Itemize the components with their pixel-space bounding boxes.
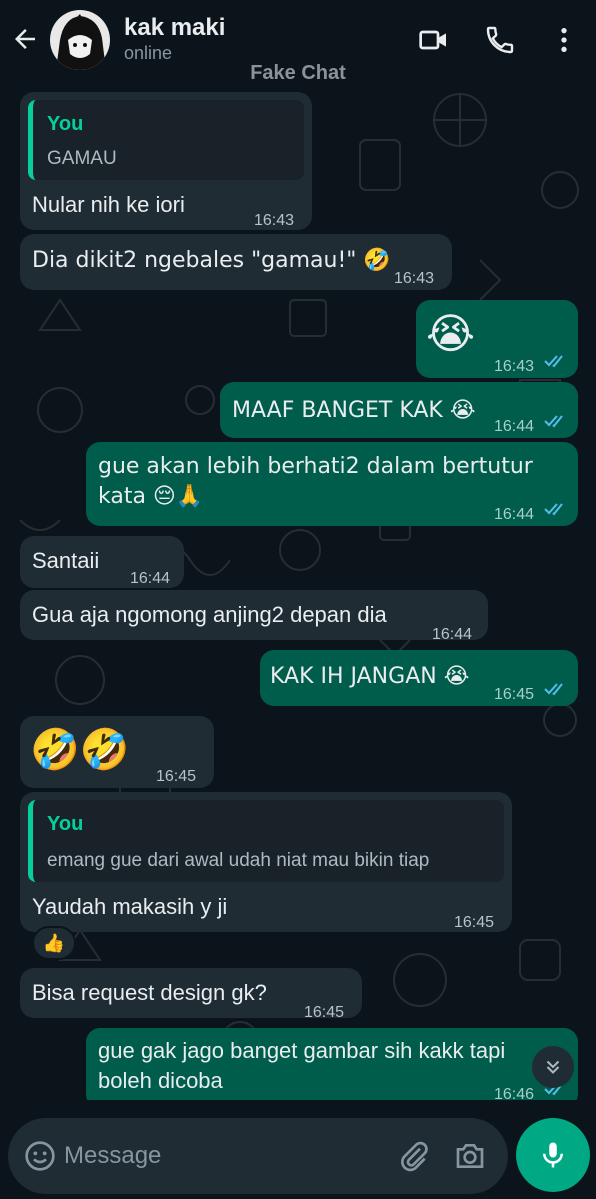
- message-time: 16:44: [494, 506, 535, 523]
- contact-status: online: [124, 43, 173, 63]
- read-ticks-icon: [544, 355, 563, 368]
- scroll-down-button[interactable]: [532, 1046, 574, 1088]
- message-incoming[interactable]: 🤣🤣 16:45: [20, 716, 214, 788]
- message-time: 16:45: [304, 1004, 345, 1021]
- message-text: KAK IH JANGAN 😭: [270, 664, 470, 689]
- message-text: Dia dikit2 ngebales "gamau!" 🤣: [32, 248, 391, 273]
- mic-button[interactable]: [516, 1118, 590, 1192]
- message-text: Yaudah makasih y ji: [32, 894, 228, 919]
- message-outgoing[interactable]: gue gak jago banget gambar sih kakk tapi…: [86, 1028, 578, 1100]
- chat-area[interactable]: You GAMAU Nular nih ke iori 16:43 Dia di…: [0, 80, 596, 1100]
- emoji-icon[interactable]: [24, 1140, 56, 1172]
- quoted-message[interactable]: You GAMAU: [28, 100, 304, 180]
- message-composer: [8, 1118, 508, 1194]
- message-input[interactable]: [64, 1136, 384, 1176]
- message-incoming[interactable]: Santaii 16:44: [20, 536, 184, 588]
- attach-icon[interactable]: [398, 1140, 430, 1172]
- message-time: 16:43: [494, 358, 535, 375]
- message-text: Gua aja ngomong anjing2 depan dia: [32, 602, 387, 627]
- phone-icon[interactable]: [484, 24, 516, 56]
- message-incoming[interactable]: You emang gue dari awal udah niat mau bi…: [20, 792, 512, 932]
- avatar-image: [50, 10, 110, 70]
- message-time: 16:44: [432, 626, 473, 643]
- quote-text: emang gue dari awal udah niat mau bikin …: [47, 850, 430, 871]
- message-text: Santaii: [32, 548, 100, 573]
- mic-icon: [543, 1142, 563, 1168]
- message-text: Nular nih ke iori: [32, 192, 185, 217]
- scroll-down-icon: [546, 1060, 560, 1074]
- message-time: 16:44: [130, 570, 171, 587]
- quote-author: You: [47, 113, 84, 135]
- message-time: 16:46: [494, 1086, 535, 1100]
- read-ticks-icon: [544, 683, 563, 696]
- message-time: 16:43: [254, 212, 295, 229]
- message-outgoing[interactable]: KAK IH JANGAN 😭 16:45: [260, 650, 578, 706]
- quote-text: GAMAU: [47, 148, 117, 169]
- message-time: 16:45: [494, 686, 535, 703]
- message-incoming[interactable]: Bisa request design gk? 16:45: [20, 968, 362, 1021]
- message-text: 😭: [426, 309, 476, 358]
- read-ticks-icon: [544, 503, 563, 516]
- read-ticks-icon: [544, 415, 563, 428]
- message-outgoing[interactable]: 😭 16:43: [416, 300, 578, 378]
- quoted-message[interactable]: You emang gue dari awal udah niat mau bi…: [28, 800, 504, 882]
- message-text: 🤣🤣: [30, 727, 130, 773]
- message-time: 16:43: [394, 270, 435, 287]
- avatar[interactable]: [50, 10, 110, 70]
- message-incoming[interactable]: Gua aja ngomong anjing2 depan dia 16:44: [20, 590, 488, 643]
- watermark: Fake Chat: [250, 62, 346, 84]
- more-options-icon[interactable]: [548, 24, 580, 56]
- message-time: 16:45: [156, 768, 197, 785]
- message-incoming[interactable]: You GAMAU Nular nih ke iori 16:43: [20, 92, 312, 230]
- reaction-badge[interactable]: 👍: [32, 926, 76, 960]
- message-outgoing[interactable]: MAAF BANGET KAK 😭 16:44: [220, 382, 578, 438]
- contact-name[interactable]: kak maki: [124, 14, 225, 42]
- quote-author: You: [47, 813, 84, 835]
- message-text: gue gak jago banget gambar sih kakk tapi…: [98, 1038, 506, 1093]
- message-incoming[interactable]: Dia dikit2 ngebales "gamau!" 🤣 16:43: [20, 234, 452, 290]
- camera-icon[interactable]: [454, 1140, 486, 1172]
- message-time: 16:44: [494, 418, 535, 435]
- message-outgoing[interactable]: gue akan lebih berhati2 dalam bertutur k…: [86, 442, 578, 526]
- message-text: Bisa request design gk?: [32, 980, 267, 1005]
- message-text: MAAF BANGET KAK 😭: [232, 398, 476, 423]
- video-call-icon[interactable]: [418, 24, 450, 56]
- message-time: 16:45: [454, 914, 495, 931]
- back-arrow-icon[interactable]: [10, 24, 40, 54]
